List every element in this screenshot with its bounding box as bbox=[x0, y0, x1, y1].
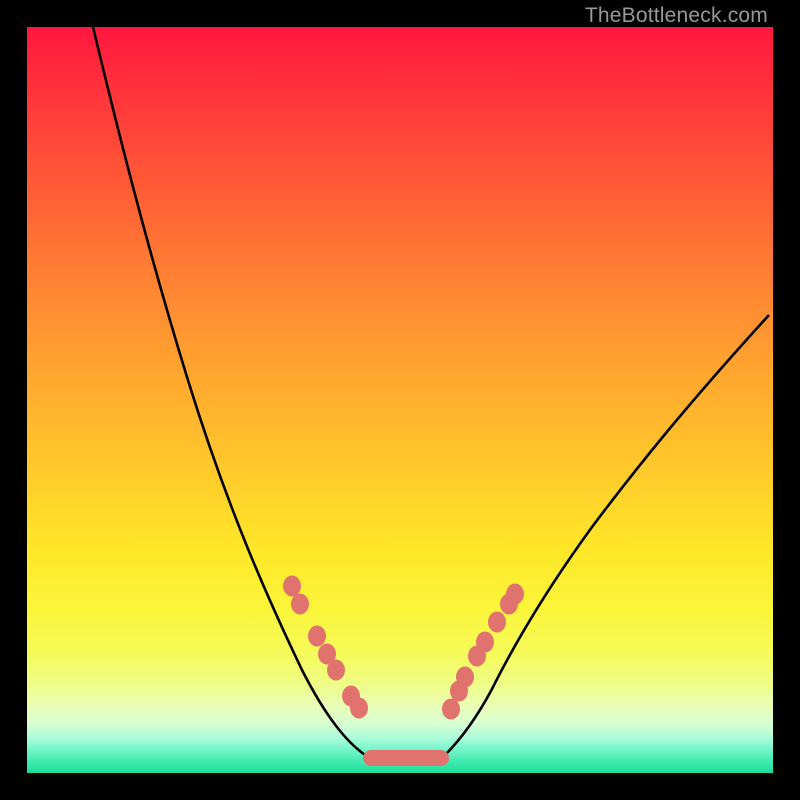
curve-marker bbox=[488, 612, 506, 633]
plot-gradient-area bbox=[27, 27, 773, 773]
chart-frame: TheBottleneck.com bbox=[0, 0, 800, 800]
curve-marker bbox=[500, 594, 518, 615]
right-curve bbox=[445, 315, 769, 755]
curve-marker bbox=[291, 594, 309, 615]
valley-marker bbox=[363, 750, 449, 766]
curve-layer bbox=[27, 27, 773, 773]
watermark-text: TheBottleneck.com bbox=[585, 4, 768, 28]
curve-marker bbox=[327, 660, 345, 681]
curve-marker bbox=[442, 699, 460, 720]
curve-marker bbox=[468, 646, 486, 667]
curve-marker bbox=[350, 698, 368, 719]
